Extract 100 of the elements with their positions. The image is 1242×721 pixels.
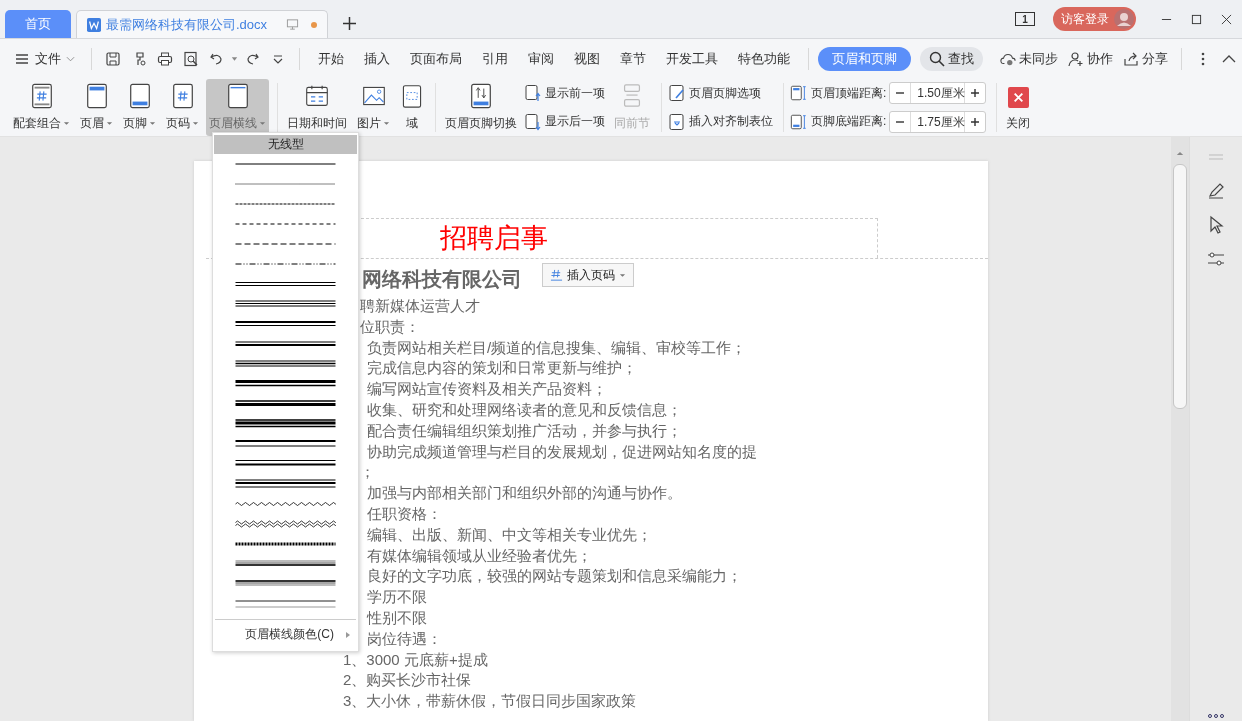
file-menu[interactable]: 文件 [14, 49, 75, 68]
document-tab[interactable]: 最需网络科技有限公司.docx [76, 10, 328, 38]
ribbon-button[interactable]: 页眉横线 [206, 79, 269, 136]
caret-icon [619, 272, 626, 278]
ribbon-tab[interactable]: 页面布局 [401, 46, 471, 71]
page-up-icon [524, 84, 542, 103]
print-icon[interactable] [157, 50, 173, 67]
ribbon-button[interactable]: 日期和时间 [284, 79, 350, 136]
ribbon-button[interactable]: 配套组合 [10, 79, 73, 136]
document-line: 任职资格： [367, 503, 442, 524]
close-header-footer-button[interactable]: 关闭 [1003, 79, 1034, 136]
ribbon-tab[interactable]: 审阅 [519, 46, 563, 71]
add-user-icon [1068, 50, 1084, 67]
document-line: 配合责任编辑组织策划推广活动，并参与执行； [367, 420, 682, 441]
insert-page-number-button[interactable]: 插入页码 [542, 263, 634, 287]
print-preview-icon[interactable] [183, 50, 199, 67]
pen-icon[interactable] [1206, 181, 1226, 201]
calendar-icon [305, 83, 329, 109]
ribbon-button[interactable]: 显示前一项 [524, 84, 605, 103]
line-style-option[interactable] [235, 418, 336, 430]
hash-icon [550, 268, 563, 282]
ribbon-button[interactable]: 页脚 [120, 79, 159, 136]
caret-icon[interactable] [230, 55, 239, 62]
document-line: 性别不限 [367, 607, 427, 628]
share-icon [1123, 50, 1139, 67]
scrollbar-thumb[interactable] [1173, 164, 1187, 409]
tab-stop-icon [668, 112, 686, 131]
footer-page-icon [127, 83, 152, 109]
sync-button[interactable]: 未同步 [1000, 49, 1058, 68]
ribbon-tab[interactable]: 引用 [473, 46, 517, 71]
document-line: 协助完成频道管理与栏目的发展规划，促进网站知名度的提 [367, 441, 757, 462]
submenu-arrow-icon [346, 631, 350, 638]
more-icon[interactable] [1206, 713, 1226, 719]
document-heading: 网络科技有限公司 [362, 267, 522, 292]
switch-page-icon [469, 83, 493, 109]
ribbon-button[interactable]: 页眉 [77, 79, 116, 136]
search-button[interactable]: 查找 [920, 46, 983, 71]
page-number-icon [170, 83, 195, 109]
field-icon [400, 83, 424, 109]
new-tab-icon[interactable] [343, 17, 356, 30]
document-title: 最需网络科技有限公司.docx [106, 15, 269, 34]
ribbon-button[interactable]: 页码 [163, 79, 202, 136]
line-style-option[interactable] [235, 298, 336, 310]
word-document-icon [87, 17, 101, 32]
line-style-option[interactable] [235, 518, 336, 530]
scroll-up-icon[interactable] [1176, 151, 1184, 156]
line-color-menu-item[interactable]: 页眉横线颜色(C) [213, 620, 358, 645]
ribbon-tab[interactable]: 开发工具 [657, 46, 727, 71]
ribbon-button[interactable]: 页眉页脚选项 [668, 84, 773, 103]
document-line: 学历不限 [367, 587, 427, 608]
document-line: 3、大小休，带薪休假，节假日同步国家政策 [343, 691, 637, 712]
ribbon-button[interactable]: 图片 [354, 79, 393, 136]
close-icon [1007, 87, 1029, 108]
document-line: 良好的文字功底，较强的网站专题策划和信息采编能力； [367, 566, 742, 587]
plus-icon [970, 88, 981, 99]
header-title: 招聘启事 [440, 221, 548, 255]
ribbon-tab[interactable]: 特色功能 [729, 46, 799, 71]
footer-margin-icon [790, 112, 808, 131]
plus-icon [970, 116, 981, 127]
ribbon-tab[interactable]: 视图 [565, 46, 609, 71]
ribbon-button[interactable]: 域 [397, 79, 427, 136]
settings-sliders-icon[interactable] [1206, 249, 1226, 269]
header-margin-icon [790, 84, 808, 103]
line-style-option[interactable] [235, 358, 336, 370]
document-line: 岗位待遇： [367, 628, 442, 649]
document-line: 1、3000 元底薪+提成 [343, 649, 488, 670]
ribbon-tab[interactable]: 插入 [355, 46, 399, 71]
search-icon [929, 50, 945, 67]
line-style-option[interactable] [235, 438, 336, 450]
distance-label: 页脚底端距离: [811, 113, 887, 131]
distance-spinbox[interactable]: 1.50厘米 [889, 82, 987, 105]
document-line: ； [360, 462, 375, 483]
combo-page-icon [29, 83, 54, 109]
maximize-icon[interactable] [1191, 13, 1202, 25]
document-line: 收集、研究和处理网络读者的意见和反馈信息； [367, 400, 682, 420]
ribbon-button[interactable]: 显示后一项 [524, 112, 605, 131]
distance-spinbox[interactable]: 1.75厘米 [889, 110, 987, 133]
document-line: 位职责： [360, 316, 420, 337]
document-line: 负责网站相关栏目/频道的信息搜集、编辑、审校等工作； [367, 337, 747, 358]
page-edit-icon [668, 84, 686, 103]
header-page-icon [84, 83, 109, 109]
ribbon-button[interactable]: 插入对齐制表位 [668, 112, 773, 131]
share-button[interactable]: 分享 [1123, 49, 1168, 68]
avatar-icon [1114, 9, 1134, 29]
no-line-option[interactable]: 无线型 [214, 135, 357, 154]
ribbon-tab[interactable]: 章节 [611, 46, 655, 71]
chevron-icon [66, 55, 75, 62]
collaborate-button[interactable]: 协作 [1068, 49, 1113, 68]
ribbon-button[interactable]: 页眉页脚切换 [442, 79, 520, 136]
document-line: 加强与内部相关部门和组织外部的沟通与协作。 [367, 483, 682, 504]
ribbon-tab[interactable]: 开始 [309, 46, 353, 71]
line-style-option[interactable] [235, 478, 336, 490]
page-count-icon[interactable]: 1 [1015, 12, 1035, 26]
document-line: 聘新媒体运营人才 [360, 296, 480, 316]
distance-label: 页眉顶端距离: [811, 84, 887, 102]
save-icon[interactable] [105, 50, 121, 67]
document-line: 编辑、出版、新闻、中文等相关专业优先； [367, 524, 652, 545]
page-down-icon [524, 112, 542, 131]
document-line: 完成信息内容的策划和日常更新与维护； [367, 358, 637, 379]
close-icon[interactable] [1221, 13, 1232, 25]
